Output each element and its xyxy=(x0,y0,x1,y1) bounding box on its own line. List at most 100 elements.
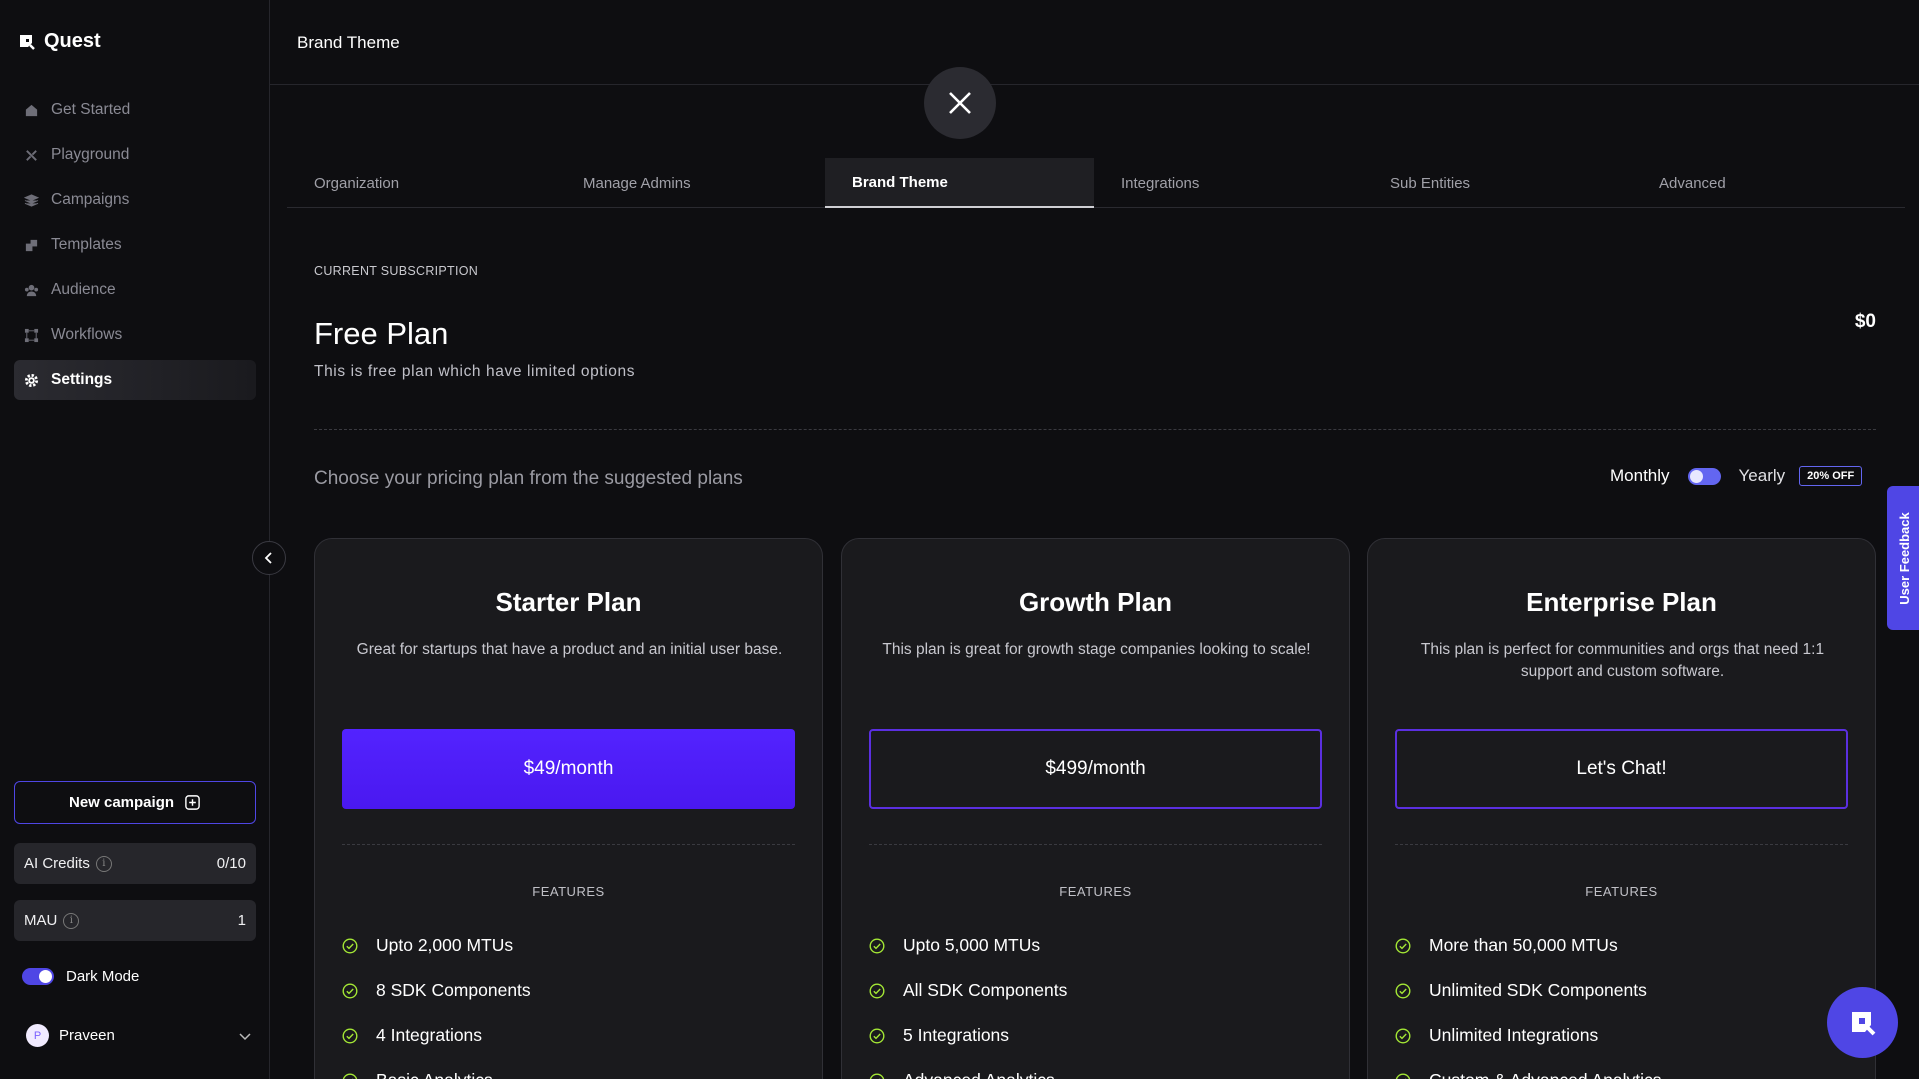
plan-title: Enterprise Plan xyxy=(1526,587,1717,617)
list-item: Basic Analytics xyxy=(342,1058,531,1079)
mau-box: MAU i 1 xyxy=(14,900,256,941)
feature-text: 4 Integrations xyxy=(376,1025,483,1045)
feature-text: Basic Analytics xyxy=(376,1070,493,1079)
feature-text: 8 SDK Components xyxy=(376,980,531,1000)
plan-card-growth: Growth Plan This plan is great for growt… xyxy=(841,538,1350,1079)
list-item: 4 Integrations xyxy=(342,1013,531,1058)
workflows-icon xyxy=(24,328,39,342)
new-campaign-button[interactable]: New campaign xyxy=(14,781,256,824)
monthly-label: Monthly xyxy=(1610,466,1670,485)
sidebar-item-workflows[interactable]: Workflows xyxy=(14,315,256,355)
discount-badge: 20% OFF xyxy=(1799,466,1863,486)
dark-mode-toggle[interactable] xyxy=(22,968,54,985)
check-circle-icon xyxy=(342,1073,358,1079)
starter-plan-button[interactable]: $49/month xyxy=(342,729,795,809)
quest-logo-icon xyxy=(1851,1011,1875,1035)
list-item: All SDK Components xyxy=(869,968,1067,1013)
close-button[interactable] xyxy=(924,67,996,139)
top-bar: Brand Theme xyxy=(270,0,1919,85)
plan-description: This plan is great for growth stage comp… xyxy=(882,641,1311,658)
chevron-left-icon xyxy=(264,552,272,564)
ai-credits-box: AI Credits i 0/10 xyxy=(14,843,256,884)
tab-integrations[interactable]: Integrations xyxy=(1094,158,1363,208)
user-name: Praveen xyxy=(59,1027,115,1044)
mau-value: 1 xyxy=(237,912,246,929)
tab-sub-entities[interactable]: Sub Entities xyxy=(1363,158,1632,208)
list-item: 5 Integrations xyxy=(869,1013,1067,1058)
check-circle-icon xyxy=(342,937,358,954)
pricing-prompt: Choose your pricing plan from the sugges… xyxy=(314,468,743,489)
user-feedback-tab[interactable]: User Feedback xyxy=(1887,486,1919,630)
tab-organization[interactable]: Organization xyxy=(287,158,556,208)
info-icon[interactable]: i xyxy=(63,912,80,929)
feature-list: Upto 5,000 MTUs All SDK Components 5 Int… xyxy=(869,923,1067,1079)
sidebar: Quest Get Started Playground Campaigns T… xyxy=(0,0,270,1079)
quest-logo-icon xyxy=(20,34,35,50)
plan-title: Starter Plan xyxy=(495,587,642,617)
check-circle-icon xyxy=(1395,1027,1411,1044)
card-divider xyxy=(1395,844,1848,845)
feature-text: All SDK Components xyxy=(903,980,1068,1000)
list-item: Upto 2,000 MTUs xyxy=(342,923,531,968)
features-label: FEATURES xyxy=(1059,884,1132,899)
feature-list: Upto 2,000 MTUs 8 SDK Components 4 Integ… xyxy=(342,923,531,1079)
tab-manage-admins[interactable]: Manage Admins xyxy=(556,158,825,208)
check-circle-icon xyxy=(1395,937,1411,954)
sidebar-item-templates[interactable]: Templates xyxy=(14,225,256,265)
yearly-label: Yearly xyxy=(1738,466,1786,485)
feature-text: Custom & Advanced Analytics xyxy=(1429,1070,1661,1079)
current-subscription-label: CURRENT SUBSCRIPTION xyxy=(314,264,479,278)
plan-description: Great for startups that have a product a… xyxy=(356,641,783,658)
check-circle-icon xyxy=(869,1073,885,1079)
growth-plan-button[interactable]: $499/month xyxy=(869,729,1322,809)
sidebar-item-campaigns[interactable]: Campaigns xyxy=(14,180,256,220)
billing-period-switch: Monthly Yearly 20% OFF xyxy=(1610,466,1863,486)
sidebar-item-settings[interactable]: Settings xyxy=(14,360,256,400)
quest-chat-button[interactable] xyxy=(1827,987,1898,1058)
feature-text: Upto 2,000 MTUs xyxy=(376,935,514,955)
home-icon xyxy=(25,104,38,116)
list-item: Unlimited SDK Components xyxy=(1395,968,1661,1013)
list-item: Upto 5,000 MTUs xyxy=(869,923,1067,968)
enterprise-plan-button[interactable]: Let's Chat! xyxy=(1395,729,1848,809)
feature-text: Unlimited SDK Components xyxy=(1429,980,1647,1000)
tab-brand-theme[interactable]: Brand Theme xyxy=(825,158,1094,208)
check-circle-icon xyxy=(1395,982,1411,999)
billing-toggle[interactable] xyxy=(1687,467,1721,485)
card-divider xyxy=(869,844,1322,845)
ai-credits-value: 0/10 xyxy=(216,855,246,872)
list-item: More than 50,000 MTUs xyxy=(1395,923,1661,968)
collapse-sidebar-button[interactable] xyxy=(252,541,286,575)
app-logo[interactable]: Quest xyxy=(18,30,101,53)
sidebar-item-label: Templates xyxy=(51,236,122,253)
sidebar-item-audience[interactable]: Audience xyxy=(14,270,256,310)
app-root: Quest Get Started Playground Campaigns T… xyxy=(0,0,1919,1079)
list-item: Custom & Advanced Analytics xyxy=(1395,1058,1661,1079)
sidebar-item-playground[interactable]: Playground xyxy=(14,135,256,175)
list-item: Advanced Analytics xyxy=(869,1058,1067,1079)
settings-tabs: Organization Manage Admins Brand Theme I… xyxy=(287,158,1905,208)
user-menu[interactable]: P Praveen xyxy=(26,1024,252,1047)
tab-advanced[interactable]: Advanced xyxy=(1632,158,1901,208)
info-icon[interactable]: i xyxy=(95,855,112,872)
close-icon xyxy=(949,92,971,114)
features-label: FEATURES xyxy=(1585,884,1658,899)
card-divider xyxy=(342,844,795,845)
check-circle-icon xyxy=(1395,1073,1411,1079)
feature-text: More than 50,000 MTUs xyxy=(1429,935,1618,955)
plan-title: Growth Plan xyxy=(1018,587,1173,617)
current-plan-name: Free Plan xyxy=(314,316,449,351)
check-circle-icon xyxy=(869,982,885,999)
sidebar-nav: Get Started Playground Campaigns Templat… xyxy=(14,90,256,405)
templates-icon xyxy=(25,239,38,251)
feature-list: More than 50,000 MTUs Unlimited SDK Comp… xyxy=(1395,923,1661,1079)
feature-text: Upto 5,000 MTUs xyxy=(903,935,1041,955)
user-feedback-label: User Feedback xyxy=(1896,511,1912,605)
sidebar-item-label: Get Started xyxy=(51,101,131,118)
sidebar-item-get-started[interactable]: Get Started xyxy=(14,90,256,130)
sidebar-item-label: Playground xyxy=(51,146,130,163)
list-item: 8 SDK Components xyxy=(342,968,531,1013)
check-circle-icon xyxy=(869,937,885,954)
current-plan-price: $0 xyxy=(1854,311,1876,332)
section-divider xyxy=(314,429,1876,430)
